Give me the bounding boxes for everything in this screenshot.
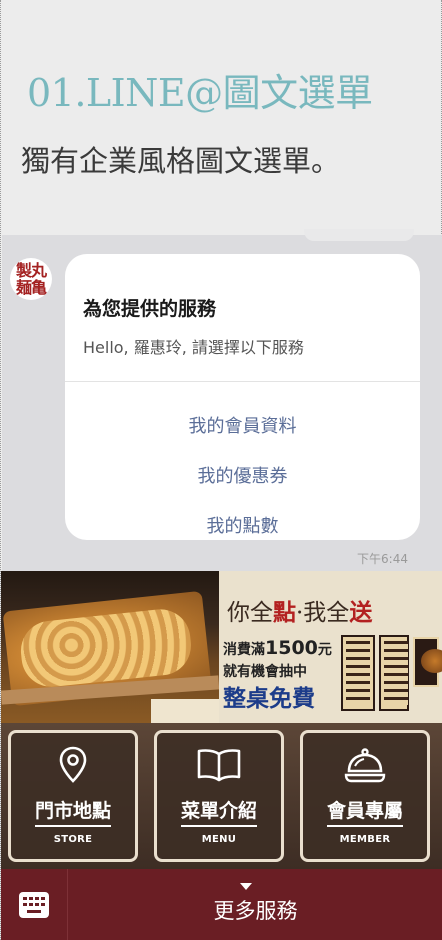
more-services-label: 更多服務 xyxy=(213,899,298,923)
cloche-icon xyxy=(344,748,386,783)
divider xyxy=(65,381,420,382)
open-book-icon xyxy=(197,749,241,782)
message-timestamp: 下午6:44 xyxy=(357,552,408,566)
service-card: 為您提供的服務 Hello, 羅惠玲, 請選擇以下服務 我的會員資料 我的優惠券… xyxy=(65,254,420,540)
promo-chance-line: 就有機會抽中 xyxy=(223,664,307,680)
rich-menu-buttons: 門市地點 STORE 菜單介紹 MENU 會員專屬 MEMBER xyxy=(1,723,442,869)
menu-label: 菜單介紹 xyxy=(180,800,257,822)
store-label-en: STORE xyxy=(53,834,93,845)
member-label: 會員專屬 xyxy=(326,800,403,822)
keyboard-toggle-button[interactable] xyxy=(1,869,68,940)
chat-area: 製丸麺亀 為您提供的服務 Hello, 羅惠玲, 請選擇以下服務 我的會員資料 … xyxy=(2,229,442,572)
coupon-card-image xyxy=(379,635,409,711)
page: 01.LINE@圖文選單 獨有企業風格圖文選單。 製丸麺亀 為您提供的服務 He… xyxy=(0,0,442,940)
bottom-bar: 更多服務 xyxy=(1,869,442,940)
avatar-logo: 製丸麺亀 xyxy=(15,261,47,297)
promo-title: 你全點·我全送 xyxy=(227,599,373,626)
option-member-profile[interactable]: 我的會員資料 xyxy=(65,412,420,438)
keyboard-icon xyxy=(19,892,49,918)
divider xyxy=(327,825,403,827)
previous-message-bubble xyxy=(304,229,414,241)
menu-button[interactable]: 菜單介紹 MENU xyxy=(154,730,284,862)
option-points[interactable]: 我的點數 xyxy=(65,512,420,538)
price-signs xyxy=(151,699,219,723)
promo-free-table: 整桌免費 xyxy=(223,686,315,712)
promo-spend-line: 消費滿1500元 xyxy=(223,637,332,659)
member-button[interactable]: 會員專屬 MEMBER xyxy=(300,730,430,862)
rich-menu: 你全點·我全送 消費滿1500元 就有機會抽中 整桌免費 門市地點 STORE xyxy=(1,571,442,869)
divider xyxy=(181,825,257,827)
caret-down-icon xyxy=(240,883,252,890)
food-photo[interactable] xyxy=(1,571,220,723)
store-button[interactable]: 門市地點 STORE xyxy=(8,730,138,862)
store-label: 門市地點 xyxy=(34,800,111,822)
service-card-title: 為您提供的服務 xyxy=(83,298,217,320)
promo-banner[interactable]: 你全點·我全送 消費滿1500元 就有機會抽中 整桌免費 xyxy=(219,571,442,723)
location-pin-icon xyxy=(59,746,87,783)
coupon-card-image xyxy=(341,635,375,711)
service-card-greeting: Hello, 羅惠玲, 請選擇以下服務 xyxy=(83,338,304,357)
menu-label-en: MENU xyxy=(201,834,237,845)
bowl-photo xyxy=(413,637,442,687)
option-coupons[interactable]: 我的優惠券 xyxy=(65,462,420,488)
avatar[interactable]: 製丸麺亀 xyxy=(10,258,52,300)
member-label-en: MEMBER xyxy=(339,834,391,845)
page-title: 01.LINE@圖文選單 xyxy=(27,71,373,115)
divider xyxy=(35,825,111,827)
more-services-button[interactable]: 更多服務 xyxy=(68,869,442,940)
page-subtitle: 獨有企業風格圖文選單。 xyxy=(21,144,341,178)
